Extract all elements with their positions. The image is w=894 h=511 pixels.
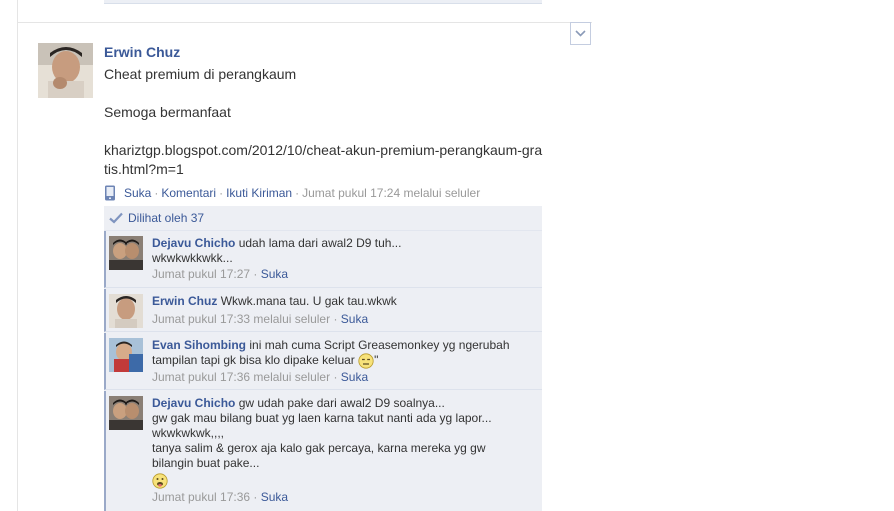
comment-timestamp[interactable]: Jumat pukul 17:27 <box>152 267 250 281</box>
comment-text: gw udah pake dari awal2 D9 soalnya... <box>238 396 445 410</box>
chevron-down-icon <box>575 30 586 37</box>
comment-like-link[interactable]: Suka <box>261 490 288 504</box>
comment-text-line4: tanya salim & gerox aja kalo gak percaya… <box>152 441 486 455</box>
comment-body: Dejavu Chicho gw udah pake dari awal2 D9… <box>152 396 538 505</box>
comment-meta: Jumat pukul 17:36 · Suka <box>152 490 538 505</box>
seen-by-count: Dilihat oleh 37 <box>128 211 205 225</box>
comment-text-line2: tampilan tapi gk bisa klo dipake keluar <box>152 353 355 368</box>
post-divider <box>17 22 592 23</box>
like-link[interactable]: Suka <box>124 186 151 200</box>
commenter-name[interactable]: Evan Sihombing <box>152 338 246 352</box>
post-message: Cheat premium di perangkaum Semoga berman… <box>104 65 544 179</box>
comment-text-line2: gw gak mau bilang buat yg laen karna tak… <box>152 411 492 425</box>
separator: · <box>219 186 224 200</box>
separator: · <box>295 186 300 200</box>
separator: · <box>253 490 258 504</box>
comment-item: Dejavu Chicho udah lama dari awal2 D9 tu… <box>104 231 542 288</box>
comment-text-tail: " <box>374 353 379 368</box>
comment-item: Dejavu Chicho gw udah pake dari awal2 D9… <box>104 391 542 511</box>
commenter-avatar[interactable] <box>109 396 143 430</box>
post-options-dropdown[interactable] <box>570 22 591 45</box>
separator: · <box>333 312 338 326</box>
follow-post-link[interactable]: Ikuti Kiriman <box>226 186 292 200</box>
comment-meta: Jumat pukul 17:27 · Suka <box>152 267 538 282</box>
comment-timestamp[interactable]: Jumat pukul 17:36 melalui seluler <box>152 370 330 384</box>
checkmark-icon <box>109 212 123 224</box>
post-timestamp[interactable]: Jumat pukul 17:24 melalui seluler <box>302 186 480 200</box>
comment-text: udah lama dari awal2 D9 tuh... <box>238 236 402 250</box>
comment-body: Evan Sihombing ini mah cuma Script Greas… <box>152 338 538 385</box>
comment-text: Wkwk.mana tau. U gak tau.wkwk <box>220 294 397 308</box>
comment-meta: Jumat pukul 17:36 melalui seluler · Suka <box>152 370 538 385</box>
mobile-phone-icon <box>105 185 115 201</box>
post-author-name[interactable]: Erwin Chuz <box>104 44 180 60</box>
comment-body: Erwin Chuz Wkwk.mana tau. U gak tau.wkwk… <box>152 294 538 327</box>
feed-left-border <box>17 0 18 511</box>
commenter-avatar[interactable] <box>109 338 143 372</box>
comment-like-link[interactable]: Suka <box>341 370 368 384</box>
previous-post-bottom <box>104 0 542 4</box>
comment-text-line5: bilangin buat pake... <box>152 456 260 470</box>
commenter-name[interactable]: Dejavu Chicho <box>152 396 235 410</box>
separator: · <box>333 370 338 384</box>
comment-timestamp[interactable]: Jumat pukul 17:33 melalui seluler <box>152 312 330 326</box>
author-avatar[interactable] <box>38 43 93 98</box>
comment-item: Erwin Chuz Wkwk.mana tau. U gak tau.wkwk… <box>104 289 542 332</box>
comment-text-line2: wkwkwkkwkk... <box>152 251 233 265</box>
comment-link[interactable]: Komentari <box>161 186 216 200</box>
comment-text: ini mah cuma Script Greasemonkey yg nger… <box>249 338 510 352</box>
separator: · <box>154 186 159 200</box>
comment-meta: Jumat pukul 17:33 melalui seluler · Suka <box>152 312 538 327</box>
comment-item: Evan Sihombing ini mah cuma Script Greas… <box>104 333 542 390</box>
commenter-avatar[interactable] <box>109 294 143 328</box>
unamused-emoji-icon <box>358 353 374 369</box>
commenter-name[interactable]: Erwin Chuz <box>152 294 217 308</box>
comment-body: Dejavu Chicho udah lama dari awal2 D9 tu… <box>152 236 538 282</box>
commenter-name[interactable]: Dejavu Chicho <box>152 236 235 250</box>
post-message-url: khariztgp.blogspot.com/2012/10/cheat-aku… <box>104 142 543 177</box>
comment-like-link[interactable]: Suka <box>341 312 368 326</box>
comment-text-line3: wkwkwkwk,,,, <box>152 426 224 440</box>
seen-by-bar[interactable]: Dilihat oleh 37 <box>104 206 542 231</box>
post-message-line2: Semoga bermanfaat <box>104 104 231 120</box>
comment-like-link[interactable]: Suka <box>261 267 288 281</box>
commenter-avatar[interactable] <box>109 236 143 270</box>
separator: · <box>253 267 258 281</box>
tongue-out-emoji-icon <box>152 473 168 489</box>
comment-timestamp[interactable]: Jumat pukul 17:36 <box>152 490 250 504</box>
post-actions: Suka · Komentari · Ikuti Kiriman · Jumat… <box>104 185 480 201</box>
post-message-line1: Cheat premium di perangkaum <box>104 66 297 82</box>
